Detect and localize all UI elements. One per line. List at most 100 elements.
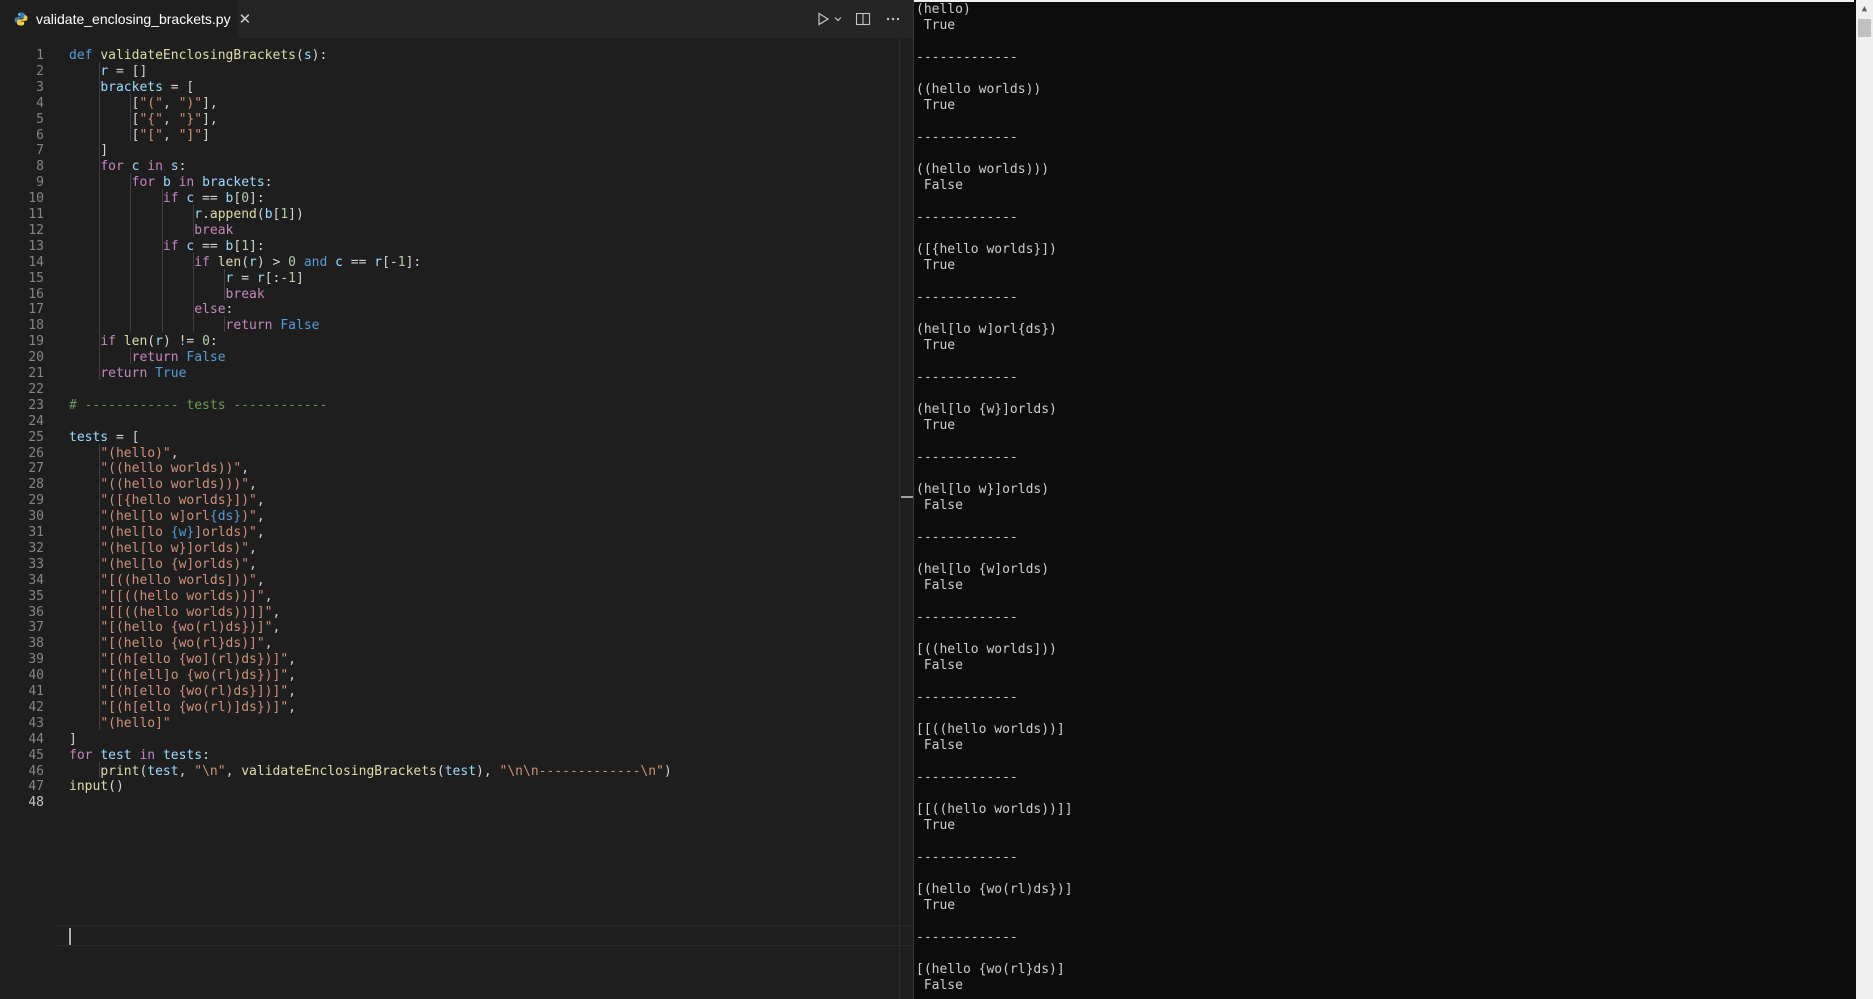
- console-line: ([{hello worlds}]): [916, 242, 1057, 257]
- console-window[interactable]: (hello) True ------------- ((hello worlds)…: [913, 0, 1873, 999]
- code-token: ) >: [256, 254, 289, 270]
- run-python-file-button[interactable]: [816, 8, 843, 30]
- code-token: s: [303, 48, 312, 63]
- console-line: False: [916, 578, 963, 593]
- console-line: -------------: [916, 610, 1018, 625]
- code-token: :: [202, 747, 210, 763]
- tab-filename: validate_enclosing_brackets.py: [36, 11, 231, 27]
- code-token: tests: [162, 747, 203, 763]
- code-token: ,: [241, 461, 250, 477]
- split-editor-button[interactable]: [853, 8, 873, 30]
- console-line: False: [916, 738, 963, 753]
- code-token: "(hello)": [100, 445, 171, 461]
- code-token: 1: [397, 254, 406, 270]
- code-token: def: [69, 48, 93, 63]
- chevron-down-icon[interactable]: [833, 14, 843, 24]
- close-tab-icon[interactable]: ✕: [239, 10, 252, 28]
- console-line: -------------: [916, 450, 1018, 465]
- console-line: ((hello worlds))): [916, 162, 1050, 177]
- code-token: "(hel[lo w}]orlds)": [100, 540, 250, 556]
- indent-guide: [99, 761, 101, 778]
- more-actions-button[interactable]: [883, 8, 903, 30]
- code-token: "[(hello {wo(rl}ds)]": [100, 636, 265, 652]
- console-line: True: [916, 338, 956, 353]
- code-token: ]: [69, 143, 109, 159]
- code-token: 1: [241, 238, 250, 254]
- console-line: -------------: [916, 930, 1018, 945]
- code-token: "((hello worlds)))": [100, 477, 250, 493]
- code-token: {w}: [170, 525, 195, 540]
- editor-scrollbar[interactable]: [899, 38, 913, 999]
- play-icon: [818, 12, 830, 26]
- console-line: -------------: [916, 770, 1018, 785]
- code-token: in: [139, 747, 156, 763]
- code-line[interactable]: return True: [69, 364, 186, 383]
- code-token: ,: [249, 556, 257, 572]
- code-line[interactable]: input(): [69, 777, 124, 796]
- tab-validate-enclosing-brackets[interactable]: validate_enclosing_brackets.py ✕: [0, 0, 251, 38]
- code-token: "[": [139, 127, 163, 143]
- scroll-up-arrow-icon[interactable]: ▲: [1856, 0, 1873, 17]
- code-token: validateEnclosingBrackets: [100, 48, 296, 63]
- code-token: return: [225, 318, 273, 334]
- scrollbar-thumb[interactable]: [1858, 19, 1871, 37]
- code-line[interactable]: print(test, "\n", validateEnclosingBrack…: [69, 762, 671, 781]
- code-token: for: [69, 747, 93, 763]
- console-line: [[((hello worlds))]]: [916, 802, 1073, 817]
- split-editor-icon: [855, 12, 871, 26]
- code-token: "((hello worlds))": [100, 461, 242, 477]
- code-token: for: [131, 175, 156, 191]
- code-token: r: [100, 63, 109, 79]
- code-token: "(hel[lo w]orl: [100, 509, 210, 525]
- console-line: False: [916, 178, 963, 193]
- code-token: ,: [162, 95, 179, 111]
- code-token: = []: [108, 63, 148, 79]
- code-line[interactable]: "(hello]": [69, 714, 171, 733]
- console-line: True: [916, 18, 956, 33]
- console-output: (hello) True ------------- ((hello worlds)…: [916, 2, 1846, 994]
- code-token: ,: [288, 652, 296, 668]
- code-token: ==: [194, 191, 226, 207]
- code-token: for: [100, 159, 124, 175]
- code-token: "(hello]": [100, 715, 171, 731]
- code-area[interactable]: def validateEnclosingBrackets(s): r = []…: [69, 38, 899, 999]
- code-editor[interactable]: validate_enclosing_brackets.py ✕ 1 2 3 4…: [0, 0, 913, 999]
- code-token: r: [194, 207, 203, 222]
- code-token: ,: [288, 668, 296, 684]
- code-token: ],: [202, 111, 218, 127]
- code-line[interactable]: # ------------ tests ------------: [69, 396, 327, 415]
- console-scrollbar[interactable]: ▲: [1856, 0, 1873, 999]
- code-token: in: [178, 175, 195, 191]
- code-token: ):: [311, 48, 328, 63]
- code-token: "[(h[ell]o {wo(rl)ds})]": [100, 668, 289, 684]
- code-token: if: [100, 334, 116, 350]
- code-token: r: [256, 270, 265, 286]
- code-token: "(": [139, 95, 163, 111]
- code-token: "\n": [194, 763, 226, 779]
- code-token: "}": [178, 111, 203, 127]
- console-line: (hel[lo w]orl{ds}): [916, 322, 1057, 337]
